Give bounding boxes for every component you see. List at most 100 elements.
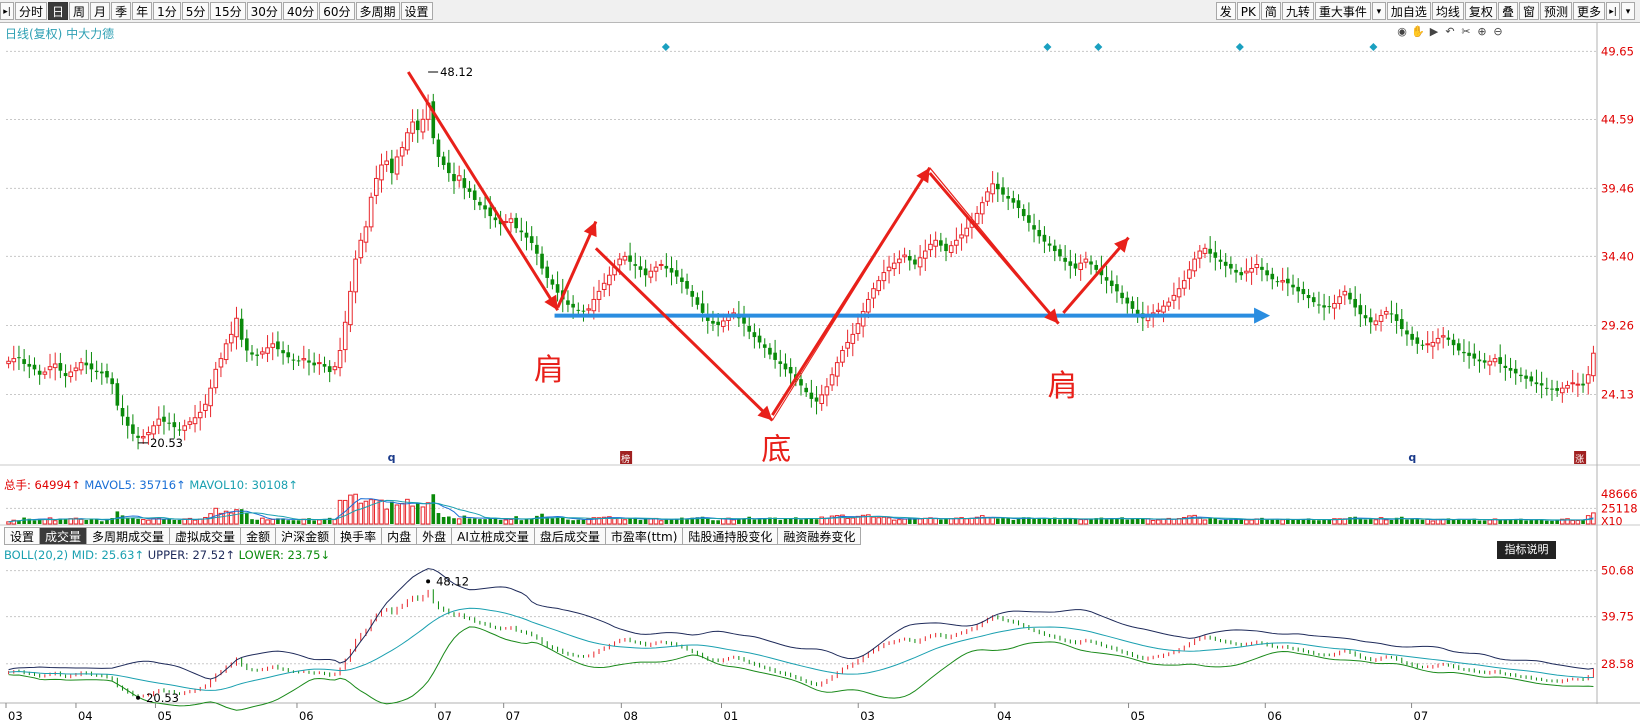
btn-jian[interactable]: 简 xyxy=(1260,2,1281,20)
volume-bar xyxy=(140,519,146,525)
volume-bar xyxy=(990,517,995,525)
ind-tab-ai[interactable]: AI立桩成交量 xyxy=(452,527,535,545)
x-axis-month-label: 07 xyxy=(506,709,521,723)
ind-tab-xuni[interactable]: 虚拟成交量 xyxy=(170,527,242,545)
volume-bar xyxy=(358,502,364,525)
candlestick xyxy=(1291,274,1295,295)
btn-pk[interactable]: PK xyxy=(1236,2,1260,20)
volume-bar xyxy=(472,518,477,524)
btn-jiazixuan[interactable]: 加自选 xyxy=(1386,2,1431,20)
btn-die[interactable]: 叠 xyxy=(1497,2,1518,20)
tab-40fen[interactable]: 40分 xyxy=(282,2,319,20)
volume-bar xyxy=(1322,519,1326,524)
candlestick xyxy=(17,345,21,371)
btn-jiuzhuan[interactable]: 九转 xyxy=(1281,2,1314,20)
tab-15fen[interactable]: 15分 xyxy=(210,2,246,20)
btn-junxian[interactable]: 均线 xyxy=(1431,2,1464,20)
candlestick xyxy=(37,364,42,385)
candlestick xyxy=(550,274,555,290)
zoom-in-icon[interactable]: ⊕ xyxy=(1475,25,1489,39)
btn-fa[interactable]: 发 xyxy=(1215,2,1236,20)
volume-bar xyxy=(550,518,555,524)
indicator-help-button[interactable]: 指标说明 xyxy=(1497,541,1556,559)
candlestick xyxy=(1249,257,1254,285)
candlestick xyxy=(897,250,902,275)
candlestick xyxy=(1363,305,1368,326)
candlestick xyxy=(11,345,17,371)
btn-zhongda[interactable]: 重大事件 xyxy=(1314,2,1371,20)
candlestick xyxy=(514,213,518,233)
volume-bar xyxy=(922,517,928,525)
candlestick xyxy=(1503,354,1508,381)
candlestick xyxy=(669,256,674,286)
tab-30fen[interactable]: 30分 xyxy=(246,2,282,20)
candlestick xyxy=(747,315,752,340)
tab-shezhi[interactable]: 设置 xyxy=(400,2,433,20)
ind-tab-neipan[interactable]: 内盘 xyxy=(382,527,418,545)
undo-icon[interactable]: ↶ xyxy=(1443,25,1457,39)
btn-fuquan[interactable]: 复权 xyxy=(1464,2,1497,20)
tab-nian[interactable]: 年 xyxy=(132,2,153,20)
toolbar-left-group: ▸| 分时日周月季年 1分 5分 15分 30分 40分 60分 多周期 设置 xyxy=(0,2,434,20)
ind-tab-waipan[interactable]: 外盘 xyxy=(417,527,453,545)
volume-bar xyxy=(1006,518,1010,524)
candlestick xyxy=(1462,339,1466,362)
volume-bar xyxy=(519,520,524,524)
eye-icon[interactable]: ◉ xyxy=(1395,25,1409,39)
boll-lower: LOWER: 23.75↓ xyxy=(238,548,331,562)
volume-bar xyxy=(452,518,456,524)
ind-tab-shiying[interactable]: 市盈率(ttm) xyxy=(605,527,684,545)
btn-chuang[interactable]: 窗 xyxy=(1518,2,1539,20)
candlestick xyxy=(1125,291,1130,314)
btn-panel-toggle[interactable]: ▸| xyxy=(1606,2,1620,20)
btn-collapse[interactable]: ▾ xyxy=(1621,2,1635,20)
hand-icon[interactable]: ✋ xyxy=(1411,25,1425,39)
ind-tab-duozhouqi[interactable]: 多周期成交量 xyxy=(87,527,171,545)
ind-tab-jine[interactable]: 金额 xyxy=(241,527,277,545)
toolbar-arrow-button[interactable]: ▸| xyxy=(0,2,14,20)
tab-60fen[interactable]: 60分 xyxy=(319,2,355,20)
zoom-out-icon[interactable]: ⊖ xyxy=(1491,25,1505,39)
tab-5fen[interactable]: 5分 xyxy=(181,2,210,20)
ind-tab-hushen[interactable]: 沪深金额 xyxy=(276,527,336,545)
candlestick xyxy=(307,349,311,376)
volume-bar xyxy=(1197,517,1203,525)
tab-fenshi[interactable]: 分时 xyxy=(15,2,48,20)
play-icon[interactable]: ▶ xyxy=(1427,25,1441,39)
candlestick xyxy=(22,349,26,372)
candlestick xyxy=(1472,343,1477,366)
tab-duozhouqi[interactable]: 多周期 xyxy=(355,2,400,20)
candlestick xyxy=(192,404,198,433)
candlestick xyxy=(420,109,426,140)
candlestick xyxy=(638,256,643,278)
volume-bar xyxy=(255,519,260,524)
candlestick xyxy=(32,357,37,376)
price-high-label: 48.12 xyxy=(440,65,473,79)
tab-ji[interactable]: 季 xyxy=(111,2,132,20)
candlestick xyxy=(1332,294,1337,320)
ind-tab-chengjiaoliang[interactable]: 成交量 xyxy=(40,527,88,545)
btn-gengduo[interactable]: 更多 xyxy=(1572,2,1605,20)
ind-tab-huanshou[interactable]: 换手率 xyxy=(335,527,383,545)
candlestick xyxy=(959,223,964,251)
tab-yue[interactable]: 月 xyxy=(90,2,111,20)
scissors-icon[interactable]: ✂ xyxy=(1459,25,1473,39)
candlestick xyxy=(829,367,835,391)
volume-bar xyxy=(1555,520,1559,524)
ind-tab-rongzi[interactable]: 融资融券变化 xyxy=(778,527,862,545)
btn-dropdown[interactable]: ▾ xyxy=(1371,2,1386,20)
volume-bar xyxy=(1058,519,1062,524)
candlestick xyxy=(1042,226,1047,254)
volume-bar xyxy=(1327,519,1332,524)
tab-ri[interactable]: 日 xyxy=(48,2,69,20)
stock-chart-canvas[interactable]: 49.65 44.59 39.46 34.40 29.26 24.13 48.12 20.53… xyxy=(0,0,1640,724)
volume-bar xyxy=(876,517,881,525)
tab-zhou[interactable]: 周 xyxy=(69,2,90,20)
ind-tab-shezhi[interactable]: 设置 xyxy=(4,527,41,545)
ind-tab-lugu[interactable]: 陆股通持股变化 xyxy=(683,527,779,545)
tab-1fen[interactable]: 1分 xyxy=(153,2,181,20)
candlestick xyxy=(1487,355,1493,376)
btn-yuce[interactable]: 预测 xyxy=(1539,2,1572,20)
ind-tab-panhou[interactable]: 盘后成交量 xyxy=(534,527,606,545)
volume-bar xyxy=(560,517,565,524)
